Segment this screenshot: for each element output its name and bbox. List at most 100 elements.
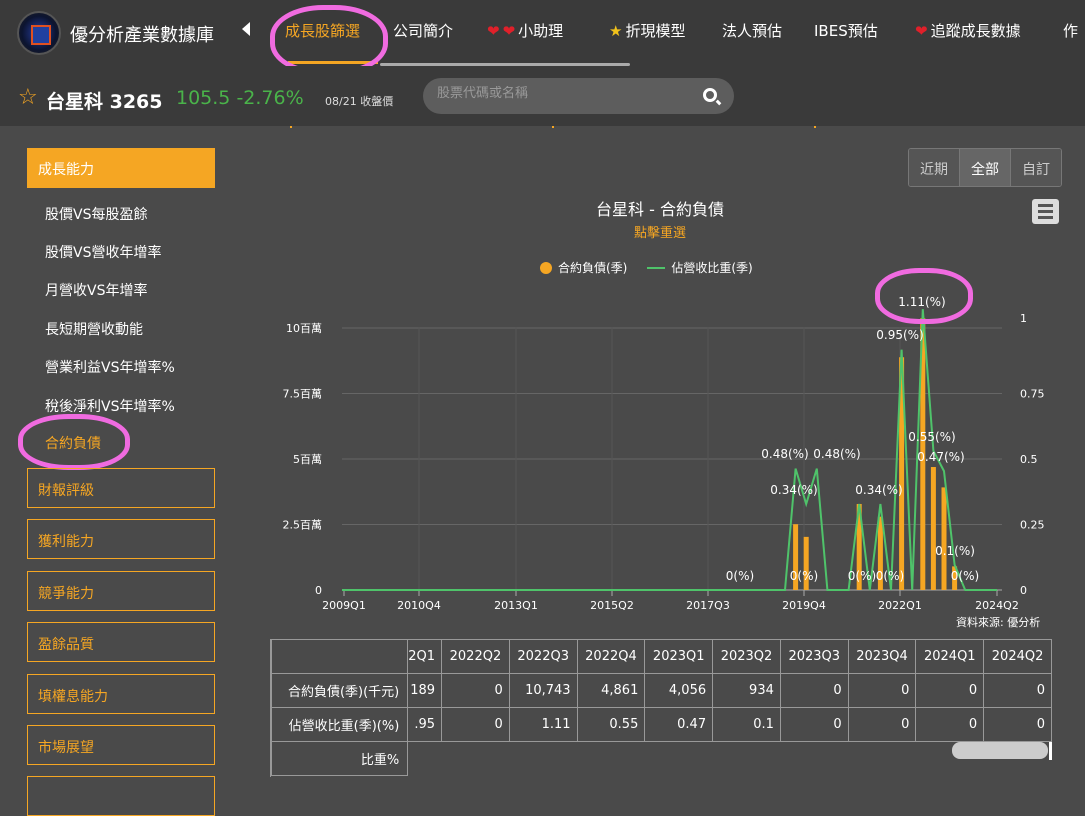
- range-all-button[interactable]: 全部: [960, 149, 1011, 186]
- table-cell: 1.11: [508, 707, 578, 742]
- data-label: 0.47(%): [917, 450, 964, 464]
- brand-title[interactable]: 優分析產業數據庫: [70, 21, 214, 47]
- table-cell: 189: [407, 673, 443, 708]
- nav-company-profile[interactable]: 公司簡介: [393, 20, 453, 41]
- y-left-tick-label: 5百萬: [293, 453, 322, 466]
- table-header-cell: 2023Q4: [847, 639, 917, 674]
- highlight-circle: [18, 414, 130, 470]
- sidebar-box-item[interactable]: 盈餘品質: [27, 622, 215, 662]
- sidebar-item[interactable]: 稅後淨利VS年增率%: [45, 396, 175, 416]
- chart-subtitle[interactable]: 點擊重選: [0, 222, 1085, 241]
- nav-more[interactable]: 作: [1063, 20, 1078, 41]
- table-cell: 0: [847, 707, 917, 742]
- table-header-cell: 2023Q2: [712, 639, 781, 674]
- nav-ibes-estimate[interactable]: IBES預估: [814, 20, 878, 41]
- stock-price-change: 105.5 -2.76%: [176, 87, 304, 109]
- row-label: 合約負債(季)(千元): [271, 673, 409, 708]
- data-source: 資料來源: 優分析: [956, 616, 1041, 629]
- data-table-container: 2Q1 2022Q2 2022Q3 2022Q4 2023Q1 2023Q2 2023Q3 2…: [270, 639, 1052, 777]
- table-scrollbar[interactable]: [952, 742, 1048, 759]
- data-label: 0(%): [726, 569, 754, 583]
- table-header-cell: 2023Q3: [779, 639, 849, 674]
- data-label: 0.55(%): [908, 430, 955, 444]
- range-custom-button[interactable]: 自訂: [1011, 149, 1061, 186]
- scrollbar-end: [1049, 742, 1052, 760]
- sidebar-box-item[interactable]: 市場展望: [27, 725, 215, 765]
- range-button-group: 近期 全部 自訂: [908, 148, 1062, 187]
- table-header-cell: 2022Q3: [508, 639, 578, 674]
- sidebar-box-item[interactable]: 填權息能力: [27, 674, 215, 714]
- table-cell: [780, 742, 848, 776]
- x-tick-label: 2009Q1: [322, 599, 366, 610]
- table-cell: 0: [983, 707, 1052, 742]
- x-tick-label: 2015Q2: [590, 599, 634, 610]
- table-cell: [713, 742, 781, 776]
- sidebar-box-item[interactable]: 獲利能力: [27, 519, 215, 559]
- collapse-arrow-icon[interactable]: [242, 22, 250, 36]
- table-cell: [509, 742, 577, 776]
- y-left-tick-label: 10百萬: [286, 322, 322, 335]
- table-header-cell: 2022Q2: [441, 639, 510, 674]
- close-date: 08/21 收盤價: [325, 95, 394, 108]
- table-cell: [408, 742, 442, 776]
- table-cell: 0.55: [576, 707, 646, 742]
- chart-legend[interactable]: 合約負債(季) 佔營收比重(季): [540, 259, 753, 276]
- star-icon: ★: [609, 22, 623, 40]
- sidebar-box-item[interactable]: 財報評級: [27, 468, 215, 508]
- table-cell: 4,056: [644, 673, 714, 708]
- sidebar-item[interactable]: 股價VS營收年增率: [45, 242, 161, 262]
- table-cell: 0.1: [712, 707, 781, 742]
- heart-icon: ❤: [487, 22, 500, 40]
- data-label: 0.48(%): [761, 447, 808, 461]
- x-tick-label: 2024Q2: [975, 599, 1019, 610]
- sidebar-item[interactable]: 長短期營收動能: [45, 319, 143, 339]
- sidebar-item[interactable]: 月營收VS年增率: [45, 280, 147, 300]
- data-label: 0.48(%): [813, 447, 860, 461]
- data-label: 0.1(%): [935, 544, 975, 558]
- table-cell: 0.47: [644, 707, 714, 742]
- favorite-star-icon[interactable]: ☆: [18, 85, 38, 110]
- highlight-circle: [270, 5, 388, 75]
- table-cell: 4,861: [576, 673, 646, 708]
- x-tick-label: 2010Q4: [397, 599, 441, 610]
- sidebar-box-item[interactable]: [27, 776, 215, 816]
- nav-dcf-model[interactable]: ★ 折現模型: [609, 20, 685, 41]
- nav-track-growth[interactable]: ❤ 追蹤成長數據: [915, 20, 1021, 41]
- table-cell: 0: [779, 707, 849, 742]
- y-right-tick-label: 1: [1020, 312, 1027, 325]
- x-tick-label: 2017Q3: [686, 599, 730, 610]
- data-label: 0(%): [848, 569, 876, 583]
- table-header-cell: 2024Q2: [983, 639, 1052, 674]
- data-table: 2Q1 2022Q2 2022Q3 2022Q4 2023Q1 2023Q2 2023Q3 2…: [271, 639, 1052, 776]
- logo-icon[interactable]: [17, 11, 61, 55]
- y-left-tick-label: 0: [315, 584, 322, 597]
- table-cell: 0: [983, 673, 1052, 708]
- data-label: 0(%): [951, 569, 979, 583]
- table-cell: 0: [779, 673, 849, 708]
- y-right-tick-label: 0.5: [1020, 453, 1038, 466]
- y-right-tick-label: 0.25: [1020, 519, 1045, 532]
- x-tick-label: 2013Q1: [494, 599, 538, 610]
- range-recent-button[interactable]: 近期: [909, 149, 960, 186]
- nav-institutional-estimate[interactable]: 法人預估: [722, 20, 782, 41]
- table-cell: 0: [915, 707, 985, 742]
- nav-assistant[interactable]: ❤ ❤ 小助理: [487, 20, 563, 41]
- table-cell: [577, 742, 645, 776]
- table-cell: [848, 742, 916, 776]
- search-input[interactable]: [437, 86, 687, 101]
- table-row: 合約負債(季)(千元) 189 0 10,743 4,861 4,056 934 0 0 0 0: [271, 673, 1052, 708]
- sidebar-box-item[interactable]: 競爭能力: [27, 571, 215, 611]
- data-label: 0.34(%): [770, 483, 817, 497]
- search-box: [423, 78, 734, 114]
- sidebar-growth-ability[interactable]: 成長能力: [27, 148, 215, 188]
- y-right-tick-label: 0.75: [1020, 388, 1045, 401]
- bar: [941, 487, 947, 590]
- table-cell: 0: [847, 673, 917, 708]
- x-tick-label: 2022Q1: [878, 599, 922, 610]
- data-label: 0(%): [790, 569, 818, 583]
- sidebar-item[interactable]: 營業利益VS年增率%: [45, 357, 175, 377]
- table-header-cell: 2023Q1: [644, 639, 714, 674]
- search-icon[interactable]: [703, 88, 717, 102]
- bar: [930, 467, 936, 590]
- table-cell: 934: [712, 673, 781, 708]
